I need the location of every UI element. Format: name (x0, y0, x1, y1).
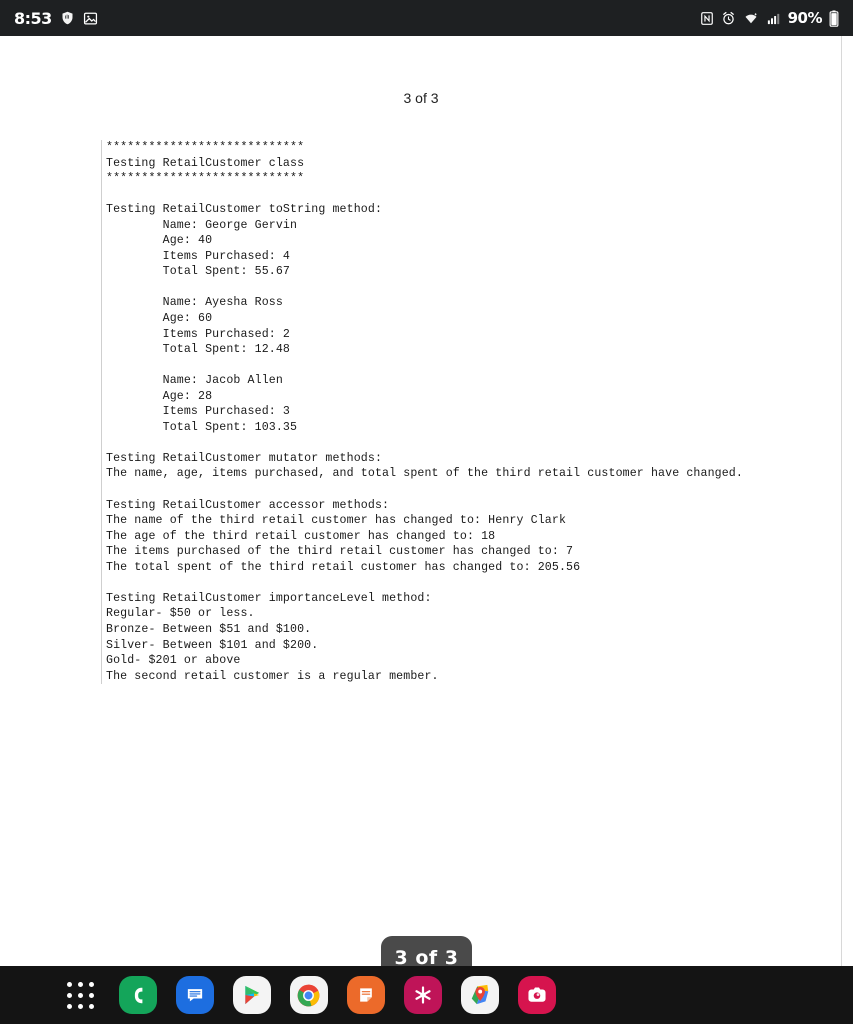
signal-icon (766, 11, 781, 26)
battery-icon (829, 9, 839, 27)
messages-icon[interactable] (175, 976, 214, 1014)
document-page[interactable]: 3 of 3 **************************** Test… (0, 36, 853, 980)
clock: 8:53 (14, 8, 52, 28)
status-bar: 8:53 90% (0, 0, 853, 36)
dock-slot-phone[interactable] (109, 976, 166, 1014)
wifi-icon (743, 11, 759, 26)
status-bar-left: 8:53 (14, 9, 98, 28)
image-icon (83, 11, 98, 26)
dock-slot-play-store[interactable] (223, 976, 280, 1014)
nfc-icon (700, 11, 714, 26)
dock-slot-camera[interactable] (508, 976, 565, 1014)
photo-editor-icon[interactable] (403, 976, 442, 1014)
app-dock (0, 966, 853, 1024)
camera-icon[interactable] (517, 976, 556, 1014)
status-bar-right: 90% (700, 9, 839, 27)
console-output-text: **************************** Testing Ret… (106, 141, 743, 683)
dock-app-list (0, 976, 565, 1014)
hand-shield-icon (60, 10, 75, 26)
dock-slot-app-drawer[interactable] (52, 976, 109, 1014)
alarm-icon (721, 11, 736, 26)
dock-slot-maps[interactable] (451, 976, 508, 1014)
console-output-block: **************************** Testing Ret… (101, 140, 743, 685)
battery-percent: 90% (787, 9, 823, 27)
app-drawer-icon[interactable] (62, 976, 100, 1014)
page-divider (841, 36, 842, 966)
maps-icon[interactable] (460, 976, 499, 1014)
page-indicator-header: 3 of 3 (403, 90, 439, 106)
dock-slot-notes[interactable] (337, 976, 394, 1014)
dock-slot-chrome[interactable] (280, 976, 337, 1014)
dock-slot-gallery-editor[interactable] (394, 976, 451, 1014)
phone-screen: 8:53 90% 3 of 3 ************************… (0, 0, 853, 1024)
phone-icon[interactable] (118, 976, 157, 1014)
notes-icon[interactable] (346, 976, 385, 1014)
dock-slot-messages[interactable] (166, 976, 223, 1014)
chrome-icon[interactable] (289, 976, 328, 1014)
grid-dots-glyph (66, 980, 96, 1010)
play-store-icon[interactable] (232, 976, 271, 1014)
